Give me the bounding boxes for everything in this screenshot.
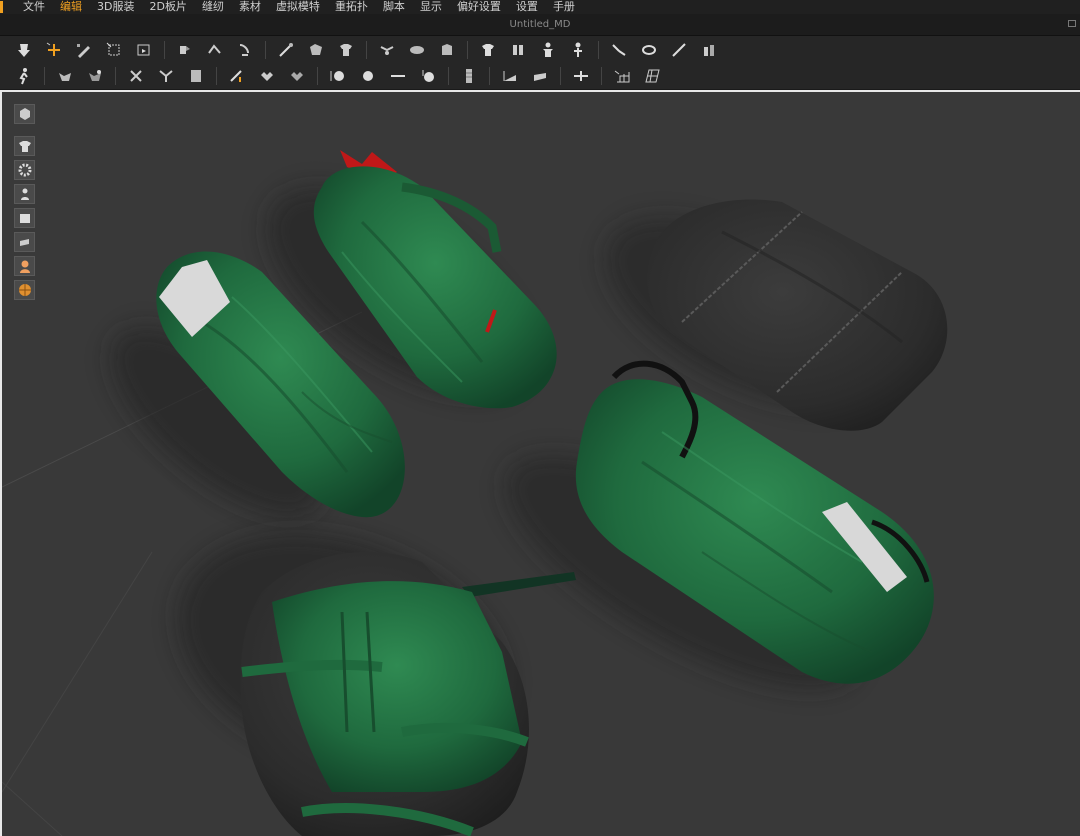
avatar-view-icon[interactable] bbox=[14, 184, 35, 204]
app-logo-mark bbox=[0, 1, 3, 13]
gear-view-icon[interactable] bbox=[14, 160, 35, 180]
toolbar-separator bbox=[265, 40, 266, 59]
dark-green-backpack bbox=[240, 552, 576, 836]
menu-avatar[interactable]: 虚拟模特 bbox=[276, 0, 320, 14]
floor-grid-line bbox=[2, 551, 153, 793]
line-icon[interactable] bbox=[388, 66, 408, 86]
sim-settings-icon[interactable] bbox=[85, 66, 105, 86]
shirt-icon[interactable] bbox=[336, 40, 356, 60]
multi-sew-icon[interactable] bbox=[287, 66, 307, 86]
fold-icon[interactable] bbox=[175, 40, 195, 60]
menu-display[interactable]: 显示 bbox=[420, 0, 442, 14]
pose-icon[interactable] bbox=[126, 66, 146, 86]
ik-icon[interactable] bbox=[156, 66, 176, 86]
black-strap bbox=[462, 572, 576, 597]
needle-icon[interactable] bbox=[669, 40, 689, 60]
toolbar-separator bbox=[44, 67, 45, 85]
toolbar-separator bbox=[601, 67, 602, 85]
fabric-icon[interactable] bbox=[530, 66, 550, 86]
button-icon[interactable] bbox=[328, 66, 348, 86]
toolbar-separator bbox=[164, 40, 165, 59]
circle-button-icon[interactable] bbox=[358, 66, 378, 86]
fabric-view-icon[interactable] bbox=[14, 232, 35, 252]
garment-pack-icon[interactable] bbox=[407, 40, 427, 60]
menu-script[interactable]: 脚本 bbox=[383, 0, 405, 14]
window-title: Untitled_MD bbox=[509, 19, 571, 30]
avatar-skin-icon[interactable] bbox=[14, 256, 35, 276]
measure-icon[interactable] bbox=[609, 40, 629, 60]
menu-materials[interactable]: 素材 bbox=[239, 0, 261, 14]
toolbar-separator bbox=[366, 40, 367, 59]
simulate-icon[interactable] bbox=[55, 66, 75, 86]
arrange-icon[interactable] bbox=[377, 40, 397, 60]
move-icon[interactable] bbox=[571, 66, 591, 86]
avatar-up-icon[interactable] bbox=[568, 40, 588, 60]
viewport-side-toolbar bbox=[14, 104, 36, 304]
menu-bar: 文件 编辑 3D服装 2D板片 缝纫 素材 虚拟模特 重拓扑 脚本 显示 偏好设… bbox=[0, 0, 1080, 14]
topstitch-icon[interactable] bbox=[500, 66, 520, 86]
shirt-back-icon[interactable] bbox=[508, 40, 528, 60]
garment-icon[interactable] bbox=[306, 40, 326, 60]
menu-preferences[interactable]: 偏好设置 bbox=[457, 0, 501, 14]
toolbar-separator bbox=[317, 67, 318, 85]
toolbar-separator bbox=[467, 40, 468, 59]
sewing-icon[interactable] bbox=[186, 66, 206, 86]
fold-strip-icon[interactable] bbox=[235, 40, 255, 60]
shirt-front-icon[interactable] bbox=[478, 40, 498, 60]
add-point-icon[interactable] bbox=[44, 40, 64, 60]
brush-icon[interactable] bbox=[699, 40, 719, 60]
menu-sewing[interactable]: 缝纫 bbox=[202, 0, 224, 14]
3d-viewport[interactable] bbox=[0, 90, 1080, 836]
avatar-icon[interactable] bbox=[538, 40, 558, 60]
menu-file[interactable]: 文件 bbox=[23, 0, 45, 14]
toolbar-top bbox=[0, 36, 1080, 63]
grid-icon[interactable] bbox=[612, 66, 632, 86]
globe-icon[interactable] bbox=[14, 280, 35, 300]
toolbar-separator bbox=[115, 67, 116, 85]
select-move-icon[interactable] bbox=[14, 40, 34, 60]
zipper-puller-icon[interactable] bbox=[459, 66, 479, 86]
uv-grid-icon[interactable] bbox=[642, 66, 662, 86]
menu-edit[interactable]: 编辑 bbox=[60, 0, 82, 14]
walk-icon[interactable] bbox=[14, 66, 34, 86]
cube-view-icon[interactable] bbox=[14, 104, 35, 124]
toolbar-separator bbox=[216, 67, 217, 85]
zipper-icon[interactable] bbox=[418, 66, 438, 86]
menu-manual[interactable]: 手册 bbox=[553, 0, 575, 14]
menu-retopology[interactable]: 重拓扑 bbox=[335, 0, 368, 14]
toolbar-separator bbox=[560, 67, 561, 85]
window-title-bar: Untitled_MD bbox=[0, 14, 1080, 36]
toolbar-separator bbox=[448, 67, 449, 85]
pin-icon[interactable] bbox=[276, 40, 296, 60]
segment-sew-icon[interactable] bbox=[227, 66, 247, 86]
menu-2d-pattern[interactable]: 2D板片 bbox=[149, 0, 186, 14]
toolbar-separator bbox=[598, 40, 599, 59]
pattern-view-icon[interactable] bbox=[14, 208, 35, 228]
toolbar-separator bbox=[489, 67, 490, 85]
3d-scene[interactable] bbox=[2, 92, 1080, 836]
garment-view-icon[interactable] bbox=[14, 136, 35, 156]
free-sew-icon[interactable] bbox=[257, 66, 277, 86]
garment-lock-icon[interactable] bbox=[437, 40, 457, 60]
menu-3d-garment[interactable]: 3D服装 bbox=[97, 0, 134, 14]
edit-pattern-icon[interactable] bbox=[74, 40, 94, 60]
texture-icon[interactable] bbox=[134, 40, 154, 60]
toolbar-bottom bbox=[0, 63, 1080, 90]
restore-window-button[interactable] bbox=[1068, 20, 1076, 27]
fold-arrange-icon[interactable] bbox=[205, 40, 225, 60]
transform-icon[interactable] bbox=[104, 40, 124, 60]
tape-icon[interactable] bbox=[639, 40, 659, 60]
floor-grid-line bbox=[2, 781, 63, 836]
menu-settings[interactable]: 设置 bbox=[516, 0, 538, 14]
